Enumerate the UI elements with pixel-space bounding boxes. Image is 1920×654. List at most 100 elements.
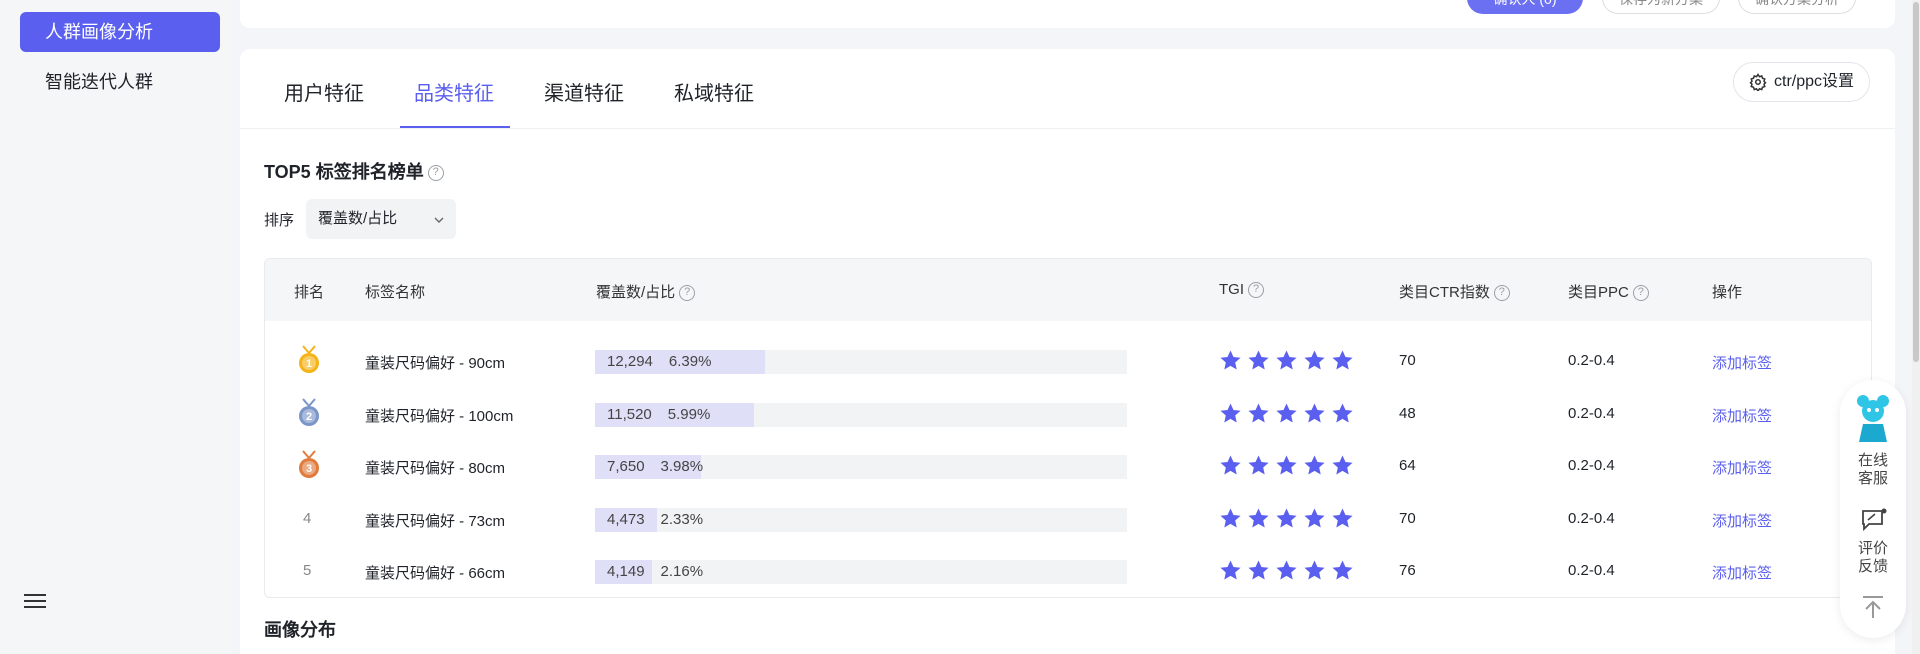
star-icon	[1248, 455, 1269, 475]
feedback-label-1: 评价	[1857, 540, 1888, 557]
coverage-bar: 11,520 5.99%	[595, 402, 1127, 427]
coverage-bar: 12,294 6.39%	[595, 350, 1127, 374]
star-icon	[1248, 560, 1269, 580]
add-tag-link[interactable]: 添加标签	[1712, 457, 1772, 478]
help-icon[interactable]: ?	[427, 165, 444, 182]
service-label-1: 在线	[1857, 452, 1888, 469]
tab-channel-features[interactable]: 渠道特征	[544, 77, 624, 106]
top-toolbar: 确认人 (0) 保存为新方案 确认方案分析	[240, 0, 1895, 28]
col-action: 操作	[1712, 284, 1743, 301]
coverage-bar: 4,473 2.33%	[595, 507, 1127, 532]
save-plan-button[interactable]: 保存为新方案	[1602, 0, 1720, 14]
coverage-count: 7,650	[607, 458, 645, 475]
feedback-button[interactable]: 评价 反馈	[1840, 540, 1906, 576]
ctr-value: 48	[1399, 404, 1416, 422]
tgi-rating	[1219, 559, 1354, 583]
floating-help-panel: 在线 客服 评价 反馈	[1840, 380, 1906, 638]
main-panel: 用户特征 品类特征 渠道特征 私域特征 ctr/ppc设置 TOP5 标签排名榜…	[240, 49, 1895, 654]
coverage-percent: 2.33%	[660, 510, 704, 528]
sidebar-item-persona-analysis[interactable]: 人群画像分析	[20, 12, 220, 52]
rank-medal-number: 1	[306, 358, 312, 370]
coverage-count: 12,294	[607, 353, 653, 370]
star-icon	[1304, 455, 1325, 475]
sort-label: 排序	[264, 212, 295, 229]
add-tag-link[interactable]: 添加标签	[1712, 352, 1772, 373]
scrollbar-thumb[interactable]	[1913, 2, 1919, 362]
active-tab-indicator	[400, 126, 510, 128]
table-row: 2 童装尺码偏好 - 100cm 11,520 5.99% 48 0.2-0.4 添加标签	[265, 387, 1871, 439]
ctr-ppc-settings-button[interactable]: ctr/ppc设置	[1733, 62, 1870, 102]
star-icon	[1276, 560, 1297, 580]
star-icon	[1248, 402, 1269, 423]
sort-select[interactable]: 覆盖数/占比	[306, 199, 456, 239]
star-icon	[1276, 455, 1297, 475]
ctr-value: 70	[1399, 509, 1416, 527]
col-tag-name: 标签名称	[365, 284, 426, 301]
rank-medal-icon: 1	[299, 345, 319, 373]
ppc-value: 0.2-0.4	[1568, 352, 1615, 369]
top5-title-text: TOP5 标签排名榜单	[264, 162, 424, 182]
tgi-rating	[1219, 454, 1354, 478]
add-tag-link[interactable]: 添加标签	[1712, 562, 1772, 583]
star-icon	[1276, 402, 1297, 423]
star-icon	[1220, 350, 1241, 370]
star-icon	[1220, 455, 1241, 475]
confirm-plan-button[interactable]: 确认方案分析	[1738, 0, 1856, 14]
star-icon	[1276, 350, 1297, 370]
col-coverage: 覆盖数/占比?	[596, 281, 696, 302]
online-service-button[interactable]: 在线 客服	[1840, 452, 1906, 488]
help-icon[interactable]: ?	[1248, 282, 1264, 299]
sidebar-item-smart-iteration[interactable]: 智能迭代人群	[20, 62, 220, 102]
ppc-value: 0.2-0.4	[1568, 404, 1615, 422]
coverage-value: 4,149 2.16%	[607, 563, 703, 580]
help-icon[interactable]: ?	[679, 285, 696, 302]
table-header: 排名 标签名称 覆盖数/占比? TGI? 类目CTR指数? 类目PPC? 操作	[265, 259, 1871, 321]
col-tgi-text: TGI	[1219, 281, 1244, 298]
star-icon	[1248, 507, 1269, 528]
coverage-count: 4,149	[607, 563, 645, 580]
add-tag-link[interactable]: 添加标签	[1712, 510, 1772, 531]
star-icon	[1332, 560, 1353, 580]
coverage-percent: 6.39%	[668, 353, 712, 370]
rank-medal-icon: 3	[299, 450, 319, 478]
chevron-down-icon	[434, 217, 444, 223]
help-icon[interactable]: ?	[1632, 285, 1649, 302]
ppc-value: 0.2-0.4	[1568, 509, 1615, 527]
distribution-title: 画像分布	[264, 620, 336, 640]
tgi-rating	[1219, 402, 1354, 426]
add-tag-link[interactable]: 添加标签	[1712, 405, 1772, 426]
star-icon	[1332, 350, 1353, 370]
rank-number: 5	[303, 562, 312, 579]
rank-number: 4	[303, 509, 312, 527]
rank-medal-number: 2	[306, 411, 312, 423]
star-icon	[1220, 560, 1241, 580]
top5-title: TOP5 标签排名榜单?	[264, 158, 444, 184]
help-icon[interactable]: ?	[1493, 285, 1510, 302]
gear-icon	[1749, 73, 1767, 91]
tag-name: 童装尺码偏好 - 90cm	[365, 355, 506, 372]
col-coverage-text: 覆盖数/占比	[596, 284, 676, 301]
feedback-label-2: 反馈	[1857, 558, 1888, 575]
menu-toggle-icon[interactable]	[24, 590, 46, 612]
tab-private-domain-features[interactable]: 私域特征	[674, 77, 754, 106]
sidebar: 人群画像分析 智能迭代人群	[0, 0, 232, 654]
coverage-value: 7,650 3.98%	[607, 458, 703, 475]
coverage-value: 4,473 2.33%	[607, 511, 703, 528]
star-icon	[1304, 560, 1325, 580]
tab-category-features[interactable]: 品类特征	[414, 77, 494, 106]
table-row: 1 童装尺码偏好 - 90cm 12,294 6.39% 70 0.2-0.4 添加标签	[265, 334, 1871, 386]
coverage-count: 11,520	[607, 405, 652, 423]
tab-bar: 用户特征 品类特征 渠道特征 私域特征 ctr/ppc设置	[240, 49, 1895, 129]
coverage-percent: 5.99%	[667, 405, 711, 423]
tgi-rating	[1219, 507, 1354, 531]
rank-medal-icon: 2	[299, 397, 319, 426]
confirm-button[interactable]: 确认人 (0)	[1467, 0, 1583, 14]
table-row: 4 童装尺码偏好 - 73cm 4,473 2.33% 70 0.2-0.4 添加标签	[265, 492, 1871, 544]
back-to-top-icon[interactable]	[1860, 594, 1886, 620]
tab-user-features[interactable]: 用户特征	[284, 77, 364, 106]
settings-label: ctr/ppc设置	[1774, 73, 1855, 90]
star-icon	[1276, 507, 1297, 528]
col-ctr: 类目CTR指数?	[1399, 281, 1510, 302]
star-icon	[1248, 350, 1269, 370]
service-label-2: 客服	[1857, 470, 1888, 487]
